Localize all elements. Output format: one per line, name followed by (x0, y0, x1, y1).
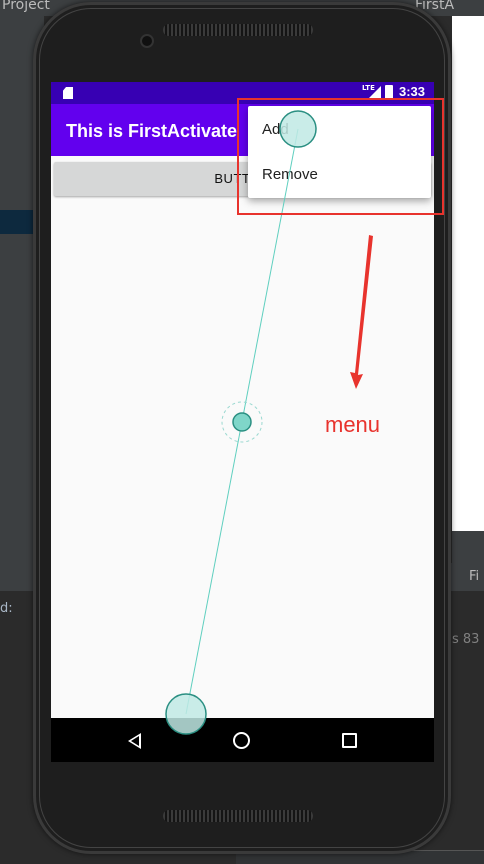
annotation-arrow (350, 235, 373, 389)
touch-mid-indicator (232, 412, 252, 432)
annotation-box (237, 98, 444, 215)
touch-end-indicator (165, 693, 207, 735)
annotation-label: menu (325, 412, 381, 437)
